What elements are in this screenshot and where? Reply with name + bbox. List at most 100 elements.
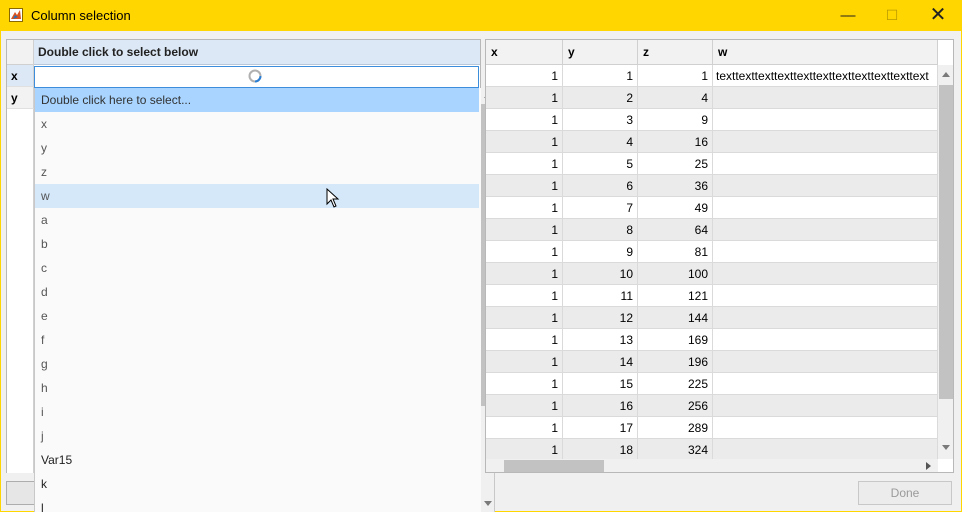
table-cell[interactable]: 1 [486,131,563,153]
partial-button[interactable] [6,481,34,505]
table-cell[interactable]: 1 [486,417,563,439]
table-cell[interactable] [713,439,938,461]
table-cell[interactable] [713,131,938,153]
table-cell[interactable] [713,263,938,285]
table-cell[interactable]: 15 [563,373,638,395]
table-cell[interactable]: 1 [486,175,563,197]
table-cell[interactable]: 7 [563,197,638,219]
table-cell[interactable]: 64 [638,219,713,241]
table-cell[interactable]: 100 [638,263,713,285]
title-bar[interactable]: Column selection — ☐ ✕ [0,0,962,31]
table-cell[interactable]: 169 [638,329,713,351]
column-header[interactable]: Double click to select below [34,40,480,65]
data-preview-table[interactable]: x y z w 1 1 1 texttexttexttexttexttexttextt… [485,39,954,473]
table-cell[interactable]: 324 [638,439,713,461]
table-cell[interactable]: 1 [563,65,638,87]
table-cell[interactable]: 8 [563,219,638,241]
table-cell[interactable]: 1 [486,153,563,175]
table-cell[interactable] [713,329,938,351]
table-cell[interactable]: 9 [638,109,713,131]
list-item[interactable]: i [35,400,479,424]
table-cell[interactable] [713,109,938,131]
table-cell[interactable] [713,417,938,439]
table-cell[interactable]: 12 [563,307,638,329]
table-cell[interactable]: 10 [563,263,638,285]
table-cell[interactable]: 3 [563,109,638,131]
table-cell[interactable]: 36 [638,175,713,197]
table-cell[interactable]: 289 [638,417,713,439]
list-item[interactable]: x [35,112,479,136]
table-cell[interactable]: 4 [563,131,638,153]
table-cell[interactable] [713,197,938,219]
close-icon[interactable]: ✕ [915,0,961,31]
table-cell[interactable] [713,373,938,395]
list-item[interactable]: k [35,472,479,496]
list-item[interactable]: f [35,328,479,352]
scroll-up-arrow-icon[interactable] [942,72,950,77]
table-cell[interactable]: 5 [563,153,638,175]
table-cell[interactable]: 1 [486,373,563,395]
list-item-placeholder[interactable]: Double click here to select... [35,88,479,112]
table-cell[interactable]: 1 [486,307,563,329]
column-header-z[interactable]: z [638,40,713,65]
table-cell[interactable]: 6 [563,175,638,197]
list-item[interactable]: w [35,184,479,208]
row-header-y[interactable]: y [7,87,34,109]
table-cell[interactable]: 25 [638,153,713,175]
list-item[interactable]: l [35,496,479,512]
column-dropdown-list[interactable]: Double click here to select... x y z w a… [34,88,495,512]
done-button[interactable]: Done [858,481,952,505]
table-cell[interactable]: 196 [638,351,713,373]
table-cell[interactable] [713,175,938,197]
list-item[interactable]: e [35,304,479,328]
table-cell[interactable]: 14 [563,351,638,373]
table-cell[interactable]: 1 [486,219,563,241]
list-item[interactable]: a [35,208,479,232]
table-cell[interactable]: 1 [486,109,563,131]
list-item[interactable]: b [35,232,479,256]
scroll-down-arrow-icon[interactable] [942,445,950,450]
list-item[interactable]: c [35,256,479,280]
table-cell[interactable]: 1 [486,241,563,263]
table-cell[interactable] [713,241,938,263]
table-cell[interactable]: 49 [638,197,713,219]
table-cell[interactable]: 17 [563,417,638,439]
table-cell[interactable]: 81 [638,241,713,263]
table-cell[interactable]: 2 [563,87,638,109]
table-cell[interactable] [713,153,938,175]
table-cell[interactable]: 1 [486,329,563,351]
list-item[interactable]: z [35,160,479,184]
column-header-w[interactable]: w [713,40,938,65]
vertical-scrollbar-thumb[interactable] [939,85,953,399]
list-item[interactable]: Var15 [35,448,479,472]
table-cell[interactable]: texttexttexttexttexttexttexttexttexttext… [713,65,938,87]
table-cell[interactable]: 144 [638,307,713,329]
table-cell[interactable] [713,285,938,307]
table-cell[interactable]: 1 [486,351,563,373]
maximize-icon[interactable]: ☐ [869,0,915,31]
table-cell[interactable]: 18 [563,439,638,461]
table-cell[interactable]: 1 [486,87,563,109]
horizontal-scrollbar-thumb[interactable] [504,460,604,472]
table-cell[interactable]: 1 [486,197,563,219]
table-cell[interactable] [713,307,938,329]
scroll-down-arrow-icon[interactable] [484,501,492,506]
table-cell[interactable]: 1 [486,263,563,285]
table-cell[interactable]: 13 [563,329,638,351]
table-cell[interactable] [713,219,938,241]
list-item[interactable]: h [35,376,479,400]
list-item[interactable]: y [35,136,479,160]
list-item[interactable]: j [35,424,479,448]
table-cell[interactable]: 11 [563,285,638,307]
table-cell[interactable]: 225 [638,373,713,395]
table-cell[interactable]: 1 [486,395,563,417]
table-cell[interactable] [713,395,938,417]
list-item[interactable]: g [35,352,479,376]
minimize-icon[interactable]: — [825,0,871,31]
table-cell[interactable] [713,351,938,373]
column-header-x[interactable]: x [486,40,563,65]
scroll-right-arrow-icon[interactable] [926,462,931,470]
table-cell[interactable]: 1 [486,439,563,461]
row-header-x[interactable]: x [7,65,34,87]
table-cell[interactable]: 9 [563,241,638,263]
